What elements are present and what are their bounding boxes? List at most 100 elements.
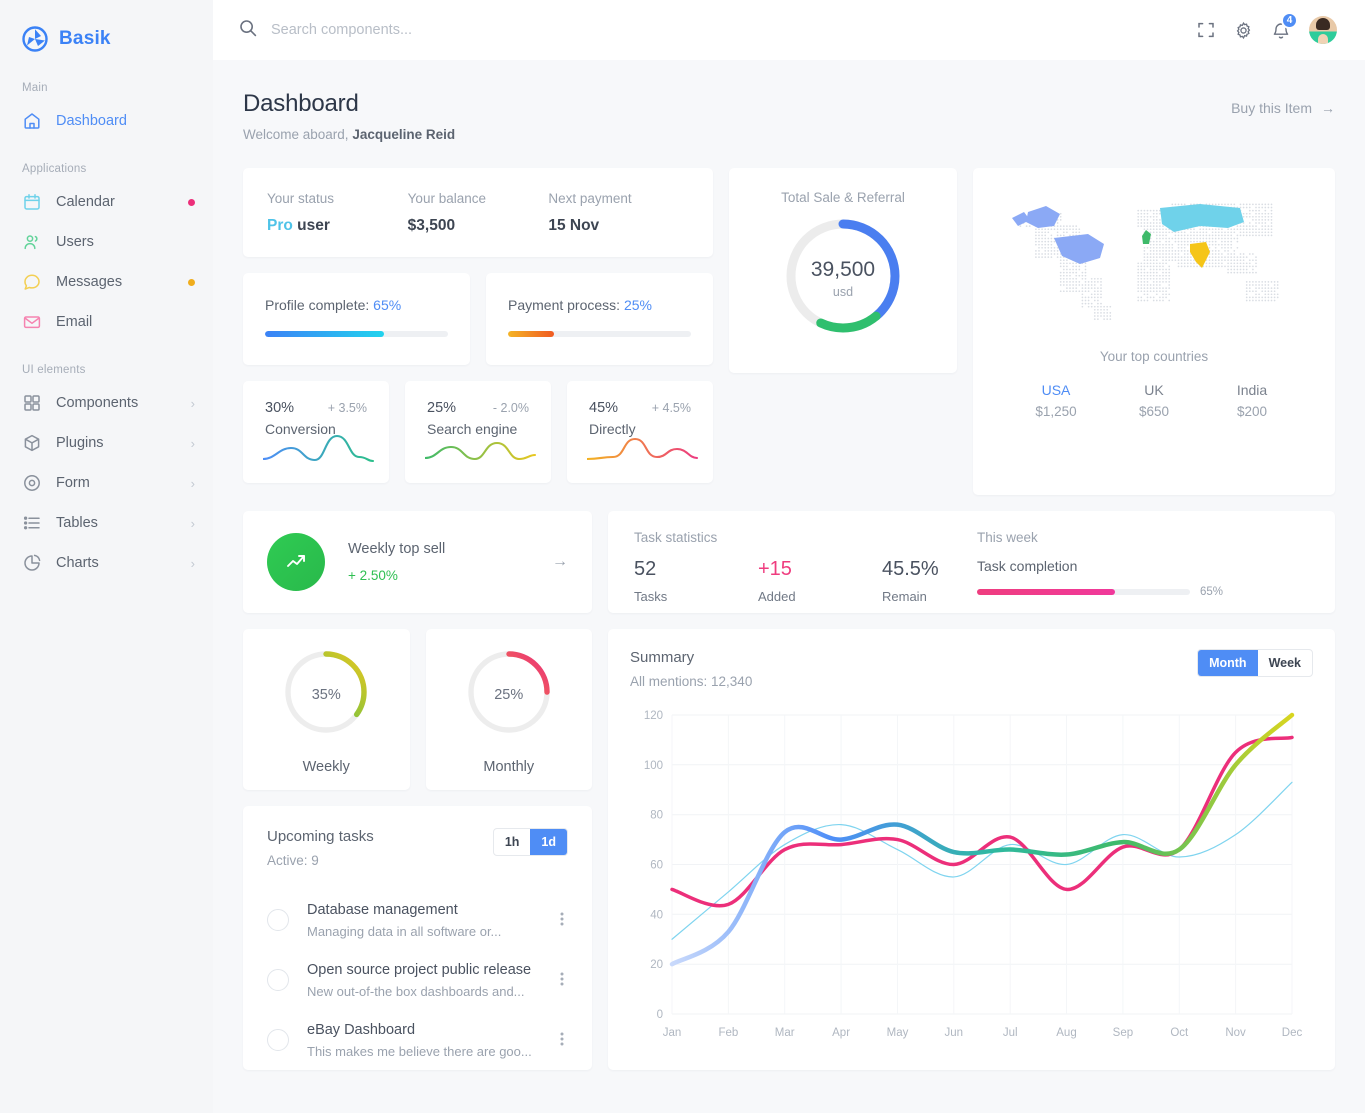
svg-text:Oct: Oct [1170,1027,1189,1039]
sidebar-item-messages[interactable]: Messages [0,262,213,302]
summary-range-toggle[interactable]: Month Week [1197,649,1313,677]
kebab-menu-icon[interactable] [556,911,568,930]
svg-text:Jan: Jan [663,1027,682,1039]
sidebar-section-label: Main [0,60,213,101]
row-two: Weekly top sell + 2.50% → Task statistic… [243,511,1335,613]
task-list-item[interactable]: Database management Managing data in all … [267,890,568,950]
sidebar-item-label: Users [56,234,195,250]
task-completion-row: 65% [977,586,1309,598]
task-checkbox[interactable] [267,1029,289,1051]
mini-top: 30% + 3.5% [265,400,367,416]
task-list-item[interactable]: Open source project public release New ou… [267,950,568,1010]
progress-label-text: Profile complete: [265,297,373,313]
sidebar-item-email[interactable]: Email [0,302,213,342]
progress-card: Profile complete: 65% [243,273,470,365]
gauge-caption: Weekly [303,759,350,775]
country-item[interactable]: UK $650 [1105,382,1203,419]
mini-percent: 30% [265,400,294,416]
task-list: Database management Managing data in all … [267,890,568,1070]
topbar-icons: 4 [1197,16,1337,44]
progress-percent: 25% [624,297,652,313]
total-sale-card: Total Sale & Referral 39,500 usd [729,168,957,373]
task-stats: Task statistics 52 Tasks +15 Added 45.5% Rema… [634,530,969,613]
sidebar-item-form[interactable]: Form › [0,463,213,503]
toggle-option-month[interactable]: Month [1198,650,1257,676]
toggle-option-1d[interactable]: 1d [530,829,567,855]
task-stat-cell: 52 Tasks [634,558,758,604]
weekly-top-sell-card[interactable]: Weekly top sell + 2.50% → [243,511,592,613]
arrow-right-icon[interactable]: → [552,553,568,571]
left-stack: Your status Pro user Your balance $3,500… [243,168,713,495]
brand[interactable]: Basik [0,0,213,60]
sidebar-section-label: Applications [0,141,213,182]
gear-icon[interactable] [1234,21,1253,40]
task-text: Open source project public release New ou… [307,961,538,999]
task-checkbox[interactable] [267,969,289,991]
sidebar-item-label: Calendar [56,194,174,210]
buy-label: Buy this Item [1231,100,1312,116]
sidebar-item-label: Messages [56,274,174,290]
toggle-option-week[interactable]: Week [1258,650,1312,676]
chevron-right-icon: › [191,437,195,450]
search-input[interactable] [271,22,671,38]
buy-this-item-link[interactable]: Buy this Item → [1231,90,1335,116]
row-one: Your status Pro user Your balance $3,500… [243,168,1335,495]
progress-card: Payment process: 25% [486,273,713,365]
sidebar-item-label: Charts [56,555,177,571]
progress-track [508,331,691,337]
kebab-menu-icon[interactable] [556,971,568,990]
task-list-item[interactable]: eBay Dashboard This makes me believe ther… [267,1010,568,1070]
svg-text:60: 60 [650,860,663,872]
country-item[interactable]: India $200 [1203,382,1301,419]
task-title: eBay Dashboard [307,1022,415,1038]
arrow-right-icon: → [1321,100,1335,116]
upcoming-tasks-card: Upcoming tasks Active: 9 1h 1d Database m… [243,806,592,1070]
sidebar-item-charts[interactable]: Charts › [0,543,213,583]
svg-text:May: May [887,1027,909,1039]
sidebar-item-components[interactable]: Components › [0,383,213,423]
mini-stat-card: 25% - 2.0% Search engine [405,381,551,483]
progress-percent: 65% [373,297,401,313]
top-countries-card: Your top countries USA $1,250 UK $650 India $… [973,168,1335,495]
toggle-option-1h[interactable]: 1h [494,829,531,855]
task-description: Managing data in all software or... [307,924,538,939]
task-completion-fill [977,589,1115,595]
sidebar-item-users[interactable]: Users [0,222,213,262]
mini-delta: + 4.5% [652,401,691,415]
task-text: eBay Dashboard This makes me believe ther… [307,1021,538,1059]
search-bar[interactable] [239,19,1183,42]
time-range-toggle[interactable]: 1h 1d [493,828,568,856]
sidebar-item-plugins[interactable]: Plugins › [0,423,213,463]
avatar[interactable] [1309,16,1337,44]
sidebar-item-tables[interactable]: Tables › [0,503,213,543]
sidebar-nav: Main Dashboard Applications Calendar Users Me… [0,60,213,583]
users-icon [22,232,42,252]
svg-text:Aug: Aug [1056,1027,1076,1039]
sidebar-item-dashboard[interactable]: Dashboard [0,101,213,141]
mini-delta: + 3.5% [328,401,367,415]
progress-label-text: Payment process: [508,297,624,313]
summary-subtitle: All mentions: 12,340 [630,674,752,689]
svg-text:Dec: Dec [1282,1027,1302,1039]
fullscreen-icon[interactable] [1197,21,1215,39]
donut-title: Total Sale & Referral [781,190,905,205]
country-item[interactable]: USA $1,250 [1007,382,1105,419]
page-content: Dashboard Welcome aboard, Jacqueline Rei… [213,60,1365,1113]
bell-icon[interactable]: 4 [1272,21,1290,40]
summary-card: Summary All mentions: 12,340 Month Week 0… [608,629,1335,1070]
gauge-card: 35% Weekly [243,629,410,790]
status-cell: Next payment 15 Nov [548,191,689,235]
svg-text:Jul: Jul [1003,1027,1018,1039]
task-description: New out-of-the box dashboards and... [307,984,538,999]
sidebar-item-calendar[interactable]: Calendar [0,182,213,222]
kebab-menu-icon[interactable] [556,1031,568,1050]
task-completion-track [977,589,1190,595]
donut-center: 39,500 usd [779,212,907,345]
country-value: $650 [1105,404,1203,419]
mini-stat-cards: 30% + 3.5% Conversion 25% - 2.0% Search engin… [243,381,713,483]
search-icon [239,19,257,42]
mini-stat-card: 30% + 3.5% Conversion [243,381,389,483]
sparkline [587,433,699,465]
svg-text:Mar: Mar [775,1027,795,1039]
task-checkbox[interactable] [267,909,289,931]
